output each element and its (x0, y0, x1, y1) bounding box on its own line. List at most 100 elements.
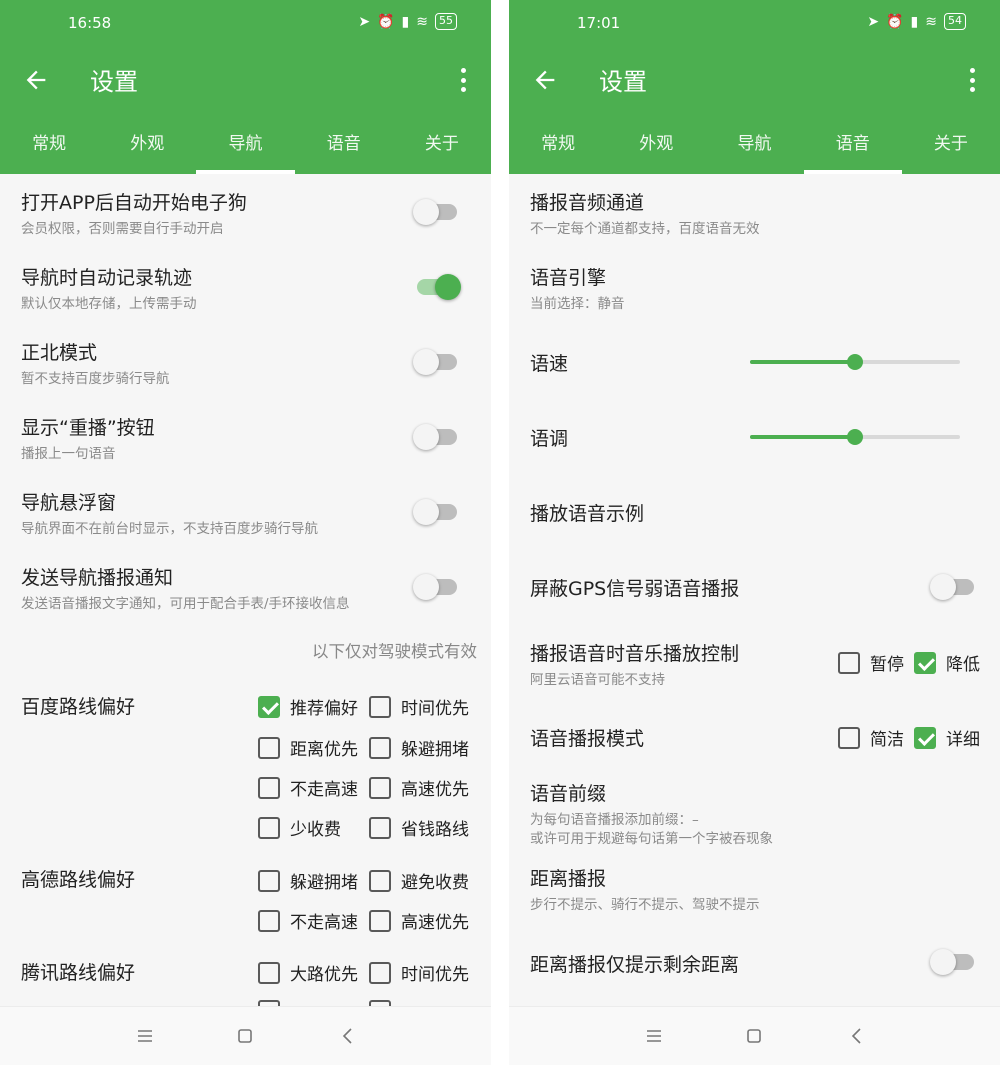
gaode-route-label: 高德路线偏好 (21, 869, 136, 891)
setting-subtitle: 步行不提示、骑行不提示、驾驶不提示 (530, 897, 760, 913)
checkbox-tencent-main-road[interactable]: 大路优先 (258, 960, 358, 985)
hamburger-icon[interactable] (642, 1024, 666, 1048)
checkbox-baidu-highway-first[interactable]: 高速优先 (369, 775, 469, 800)
wifi-icon: ≋ (416, 13, 428, 30)
more-vert-icon[interactable] (966, 66, 978, 94)
setting-subtitle: 阿里云语音可能不支持 (530, 672, 665, 688)
location-icon: ➤ (867, 13, 880, 30)
battery-icon: 55 (435, 13, 457, 30)
setting-subtitle: 暂不支持百度步骑行导航 (21, 371, 170, 387)
toggle-distance-remaining[interactable] (930, 949, 974, 975)
page-title: 设置 (90, 68, 138, 96)
battery-icon: 54 (944, 13, 966, 30)
speech-rate-label: 语速 (530, 353, 569, 375)
speech-pitch-label: 语调 (530, 428, 569, 450)
setting-title[interactable]: 语音引擎 (530, 263, 606, 290)
arrow-left-icon[interactable] (531, 66, 559, 94)
toggle-gps-weak-mute[interactable] (930, 574, 974, 600)
tab-about[interactable]: 关于 (393, 118, 491, 174)
setting-title: 打开APP后自动开始电子狗 (21, 192, 247, 214)
setting-title: 导航悬浮窗 (21, 492, 117, 514)
setting-subtitle: 导航界面不在前台时显示，不支持百度步骑行导航 (21, 521, 318, 537)
checkbox-baidu-distance[interactable]: 距离优先 (258, 735, 358, 760)
settings-list: 打开APP后自动开始电子狗 会员权限，否则需要自行手动开启 导航时自动记录轨迹 … (0, 174, 491, 1006)
checkbox-baidu-less-toll[interactable]: 少收费 (258, 815, 341, 840)
tab-bar: 常规 外观 导航 语音 关于 (0, 118, 491, 174)
toggle-north-up[interactable] (413, 349, 457, 375)
app-bar: 17:01 ➤ ⏰ ▮ ≋ 54 设置 常规 外观 导航 语音 关于 (509, 0, 1000, 174)
setting-subtitle: 会员权限，否则需要自行手动开启 (21, 221, 224, 237)
tab-about[interactable]: 关于 (902, 118, 1000, 174)
checkbox-baidu-no-highway[interactable]: 不走高速 (258, 775, 358, 800)
checkbox-baidu-save-money[interactable]: 省钱路线 (369, 815, 469, 840)
setting-subtitle: 当前选择：静音 (530, 296, 625, 312)
wifi-icon: ≋ (925, 13, 937, 30)
baidu-route-label: 百度路线偏好 (21, 696, 136, 718)
driving-mode-note: 以下仅对驾驶模式有效 (312, 642, 477, 661)
toggle-auto-track[interactable] (417, 274, 461, 300)
status-icons: ➤ ⏰ ▮ ≋ 55 (358, 13, 457, 30)
checkbox-baidu-recommend[interactable]: 推荐偏好 (258, 694, 358, 719)
tab-general[interactable]: 常规 (0, 118, 98, 174)
signal-icon: ▮ (910, 13, 919, 30)
checkbox-gaode-no-highway[interactable]: 不走高速 (258, 908, 358, 933)
play-sample-button[interactable]: 播放语音示例 (530, 499, 644, 526)
tab-voice[interactable]: 语音 (803, 118, 903, 174)
setting-subtitle: 不一定每个通道都支持，百度语音无效 (530, 221, 760, 237)
checkbox-tencent-time[interactable]: 时间优先 (369, 960, 469, 985)
tab-appearance[interactable]: 外观 (607, 118, 705, 174)
app-bar: 16:58 ➤ ⏰ ▮ ≋ 55 设置 常规 外观 导航 语音 关于 (0, 0, 491, 174)
status-time: 17:01 (577, 14, 621, 32)
system-nav-bar (509, 1006, 1000, 1065)
tab-navigation[interactable]: 导航 (196, 118, 295, 174)
setting-title: 显示“重播”按钮 (21, 417, 155, 439)
chevron-left-icon[interactable] (336, 1024, 360, 1048)
toggle-auto-edog[interactable] (413, 199, 457, 225)
right-screen: 17:01 ➤ ⏰ ▮ ≋ 54 设置 常规 外观 导航 语音 关于 播报音频通… (509, 0, 1000, 1065)
tab-navigation[interactable]: 导航 (705, 118, 803, 174)
speech-rate-slider[interactable] (750, 354, 960, 370)
toggle-floating-window[interactable] (413, 499, 457, 525)
status-time: 16:58 (68, 14, 112, 32)
speech-pitch-slider[interactable] (750, 429, 960, 445)
checkbox-music-lower[interactable]: 降低 (914, 650, 980, 675)
alarm-off-icon: ⏰ (377, 13, 395, 30)
checkbox-mode-detailed[interactable]: 详细 (914, 725, 980, 750)
chevron-left-icon[interactable] (845, 1024, 869, 1048)
setting-title[interactable]: 距离播报 (530, 864, 606, 891)
location-icon: ➤ (358, 13, 371, 30)
toggle-replay-button[interactable] (413, 424, 457, 450)
checkbox-gaode-highway-first[interactable]: 高速优先 (369, 908, 469, 933)
checkbox-gaode-avoid-jam[interactable]: 躲避拥堵 (258, 868, 358, 893)
setting-title: 播报语音时音乐播放控制 (530, 643, 740, 665)
square-icon[interactable] (233, 1024, 257, 1048)
hamburger-icon[interactable] (133, 1024, 157, 1048)
setting-subtitle: 发送语音播报文字通知，可用于配合手表/手环接收信息 (21, 596, 350, 612)
left-screen: 16:58 ➤ ⏰ ▮ ≋ 55 设置 常规 外观 导航 语音 关于 打开APP… (0, 0, 491, 1065)
tab-appearance[interactable]: 外观 (98, 118, 196, 174)
setting-title: 语音播报模式 (530, 728, 645, 750)
system-nav-bar (0, 1006, 491, 1065)
setting-subtitle: 为每句语音播报添加前缀：– (530, 812, 699, 828)
setting-title: 正北模式 (21, 342, 98, 364)
square-icon[interactable] (742, 1024, 766, 1048)
checkbox-mode-concise[interactable]: 简洁 (838, 725, 904, 750)
checkbox-baidu-time[interactable]: 时间优先 (369, 694, 469, 719)
setting-subtitle: 默认仅本地存储，上传需手动 (21, 296, 197, 312)
signal-icon: ▮ (401, 13, 410, 30)
alarm-off-icon: ⏰ (886, 13, 904, 30)
arrow-left-icon[interactable] (22, 66, 50, 94)
tab-bar: 常规 外观 导航 语音 关于 (509, 118, 1000, 174)
setting-title: 屏蔽GPS信号弱语音播报 (530, 578, 740, 600)
tab-general[interactable]: 常规 (509, 118, 607, 174)
checkbox-music-pause[interactable]: 暂停 (838, 650, 904, 675)
toggle-nav-notification[interactable] (413, 574, 457, 600)
checkbox-gaode-avoid-toll[interactable]: 避免收费 (369, 868, 469, 893)
checkbox-baidu-avoid-jam[interactable]: 躲避拥堵 (369, 735, 469, 760)
status-icons: ➤ ⏰ ▮ ≋ 54 (867, 13, 966, 30)
setting-title[interactable]: 播报音频通道 (530, 188, 644, 215)
setting-title[interactable]: 语音前缀 (530, 779, 606, 806)
tab-voice[interactable]: 语音 (295, 118, 393, 174)
more-vert-icon[interactable] (457, 66, 469, 94)
setting-subtitle: 播报上一句语音 (21, 446, 116, 462)
